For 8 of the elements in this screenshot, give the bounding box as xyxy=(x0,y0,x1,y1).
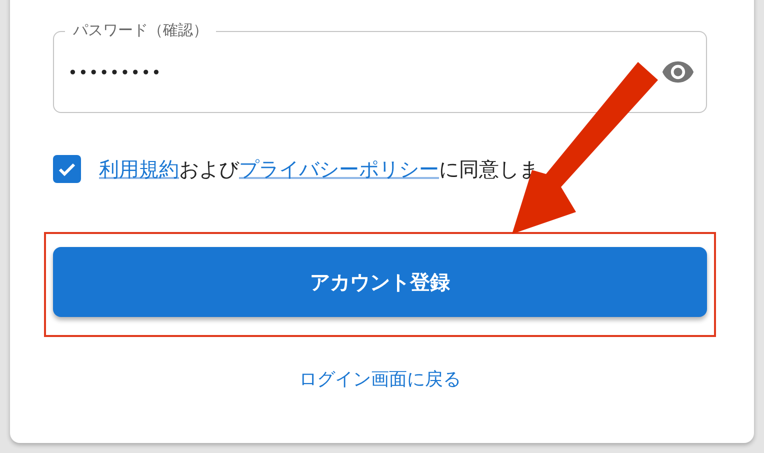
terms-link[interactable]: 利用規約 xyxy=(99,156,179,180)
password-value: ••••••••• xyxy=(68,62,163,82)
agreement-text: および xyxy=(179,156,239,180)
back-to-login-link[interactable]: ログイン画面に戻る xyxy=(299,367,461,391)
privacy-policy-link[interactable]: プライバシーポリシー xyxy=(239,156,439,180)
field-label: パスワード（確認） xyxy=(65,21,216,40)
checkbox[interactable] xyxy=(53,155,81,183)
register-button[interactable]: アカウント登録 xyxy=(53,247,707,317)
